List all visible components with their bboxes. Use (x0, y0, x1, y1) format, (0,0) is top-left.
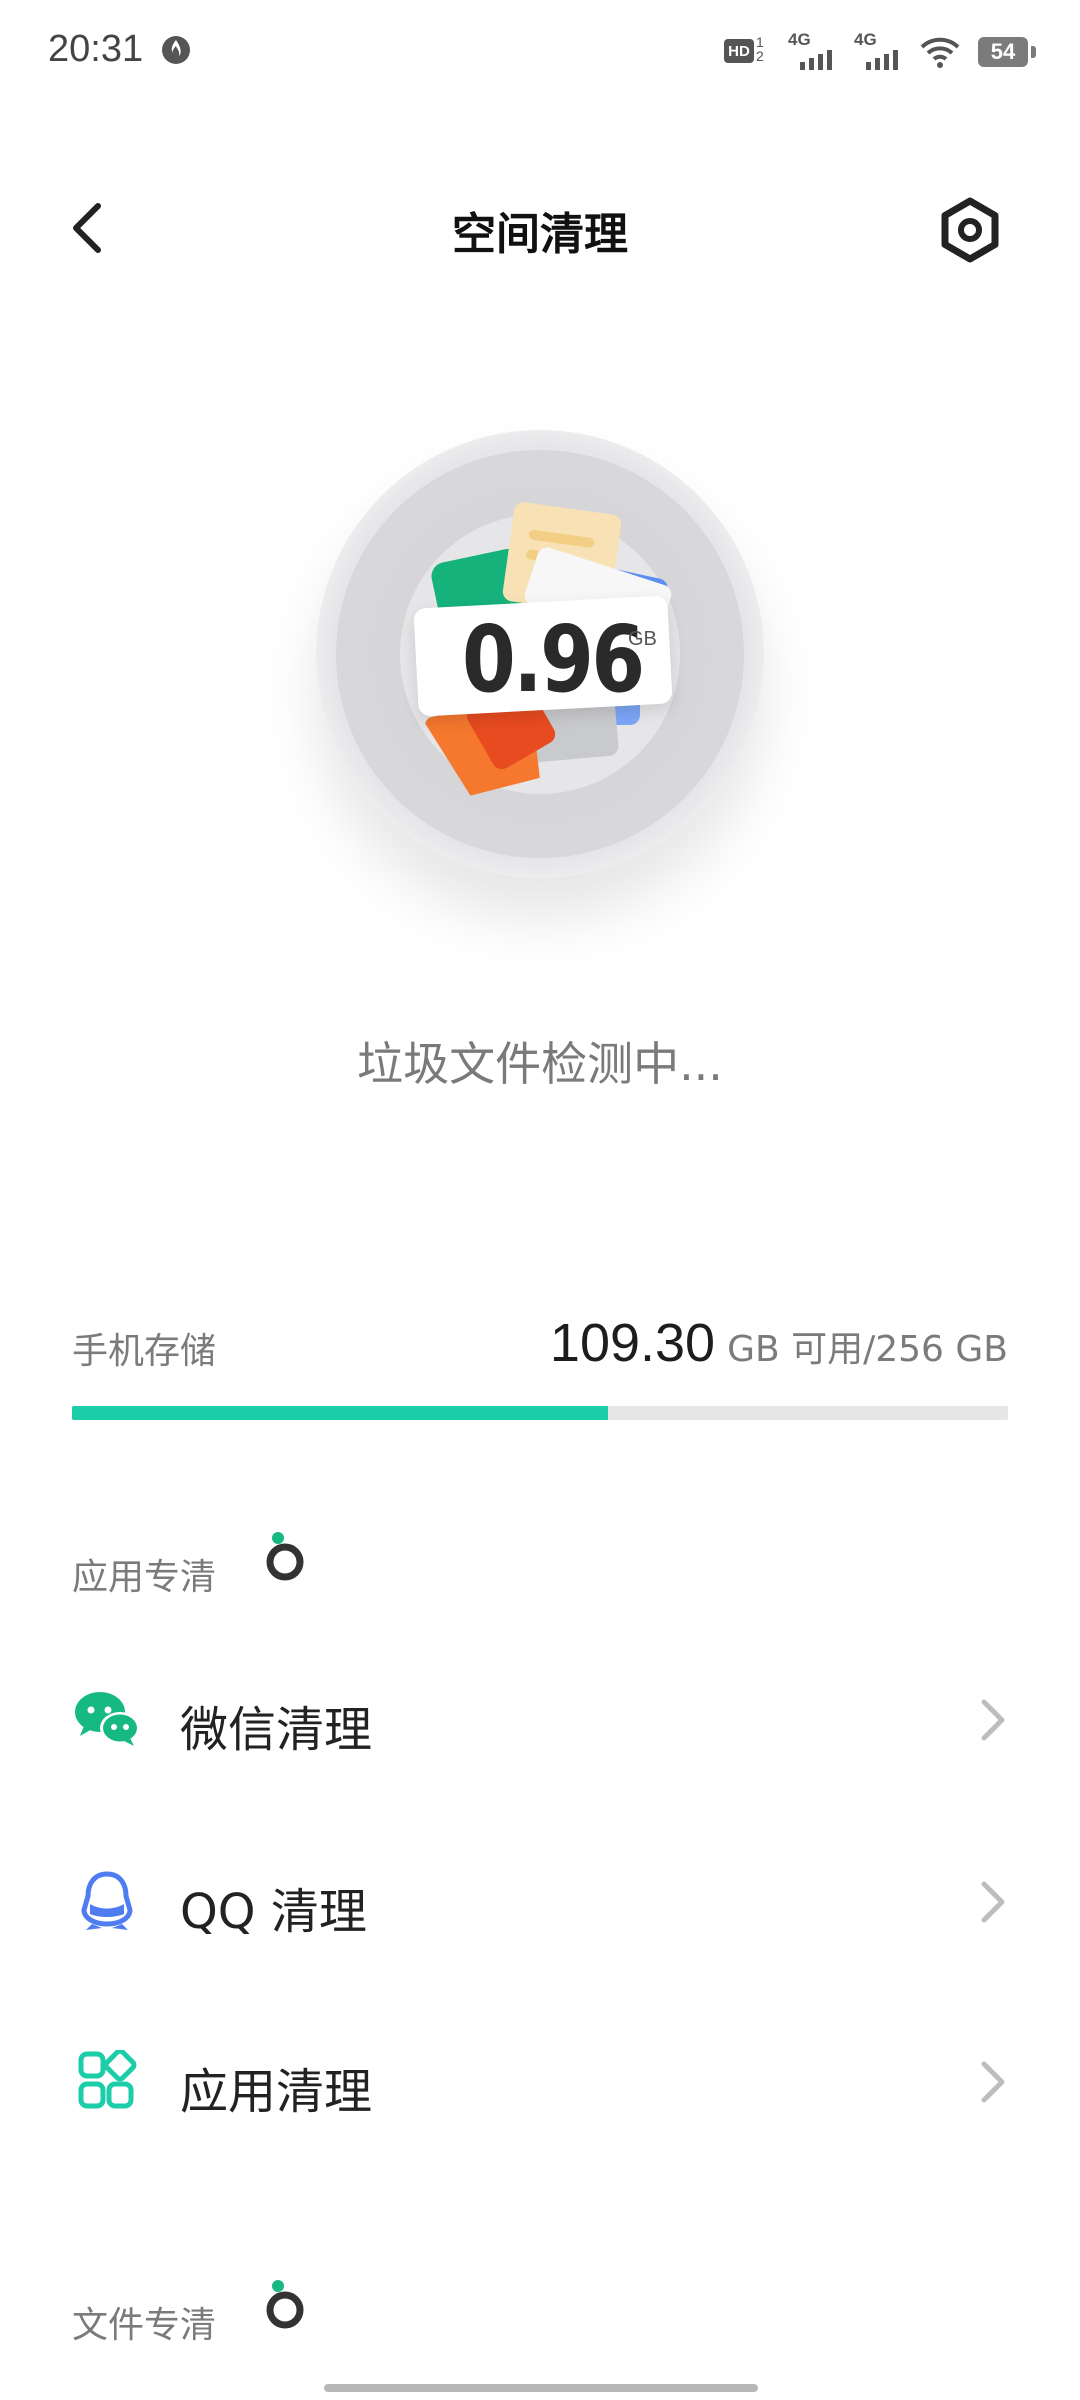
section-title-file: 文件专清 (72, 2305, 217, 2346)
chevron-right-icon (981, 1699, 1005, 1741)
hd-icon: HD 12 (724, 35, 770, 67)
chevron-right-icon (981, 1881, 1005, 1923)
chevron-right-icon (981, 2061, 1005, 2103)
junk-scan-disc: 0.96 GB (316, 430, 764, 878)
status-bar: 20:31 HD 12 4G 4G 54 (0, 0, 1080, 104)
storage-available: 109.30 GB 可用/256 GB (550, 1312, 1008, 1374)
storage-label: 手机存储 (72, 1331, 217, 1372)
list-item-qq[interactable]: QQ 清理 (0, 1842, 1080, 1962)
home-indicator[interactable] (324, 2384, 758, 2392)
storage-total: GB 可用/256 GB (727, 1329, 1008, 1370)
battery-icon: 54 (978, 37, 1036, 67)
status-icons: HD 12 4G 4G 54 (724, 30, 1036, 74)
list-item-app-clean[interactable]: 应用清理 (0, 2022, 1080, 2142)
section-badge-icon (266, 1532, 304, 1581)
section-title-app: 应用专清 (72, 1557, 217, 1598)
list-item-label: 应用清理 (180, 2064, 373, 2120)
settings-hex-icon (941, 197, 999, 263)
signal-4g-icon-2: 4G (854, 30, 902, 70)
wifi-icon (920, 37, 960, 68)
flame-icon (162, 36, 190, 64)
status-time: 20:31 (48, 28, 144, 70)
list-item-label: QQ 清理 (180, 1884, 367, 1940)
junk-size-value: 0.96 (462, 606, 645, 713)
list-item-label: 微信清理 (180, 1702, 373, 1758)
junk-size-unit: GB (628, 628, 657, 650)
storage-progress-fill (72, 1406, 609, 1420)
section-badge-icon (266, 2280, 304, 2329)
storage-progress-bar (72, 1406, 1008, 1420)
list-item-wechat[interactable]: 微信清理 (0, 1660, 1080, 1780)
app-grid-icon (78, 2050, 137, 2109)
signal-4g-icon: 4G (788, 30, 836, 70)
settings-button[interactable] (936, 196, 1004, 264)
qq-icon (81, 1871, 133, 1930)
storage-available-value: 109.30 (549, 1313, 716, 1373)
scan-status: 垃圾文件检测中... (357, 1037, 723, 1091)
wechat-icon (75, 1692, 140, 1746)
page-title: 空间清理 (452, 209, 628, 260)
